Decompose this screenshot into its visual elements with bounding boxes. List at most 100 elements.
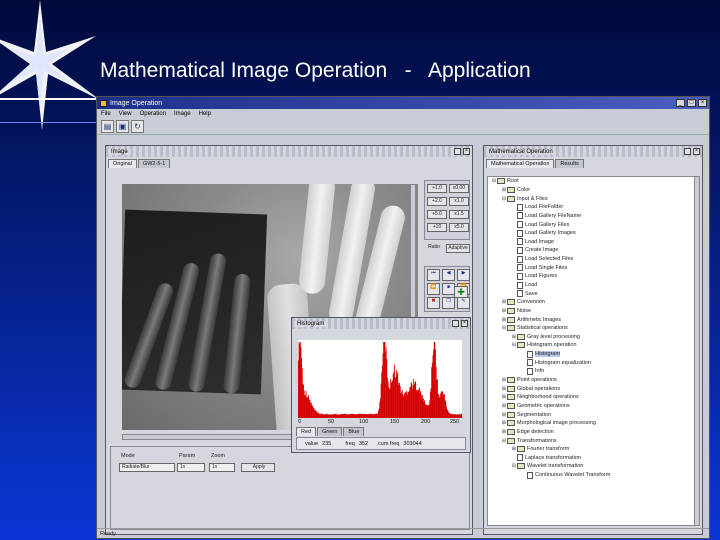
tree-item[interactable]: Load Figures — [488, 272, 694, 281]
folder-icon — [507, 186, 515, 193]
folder-icon — [497, 178, 505, 185]
first-frame-icon[interactable]: ⏮ — [427, 269, 440, 281]
param-select[interactable]: 1x — [177, 463, 205, 472]
operand-button[interactable]: x5.0 — [449, 223, 469, 232]
operand-button[interactable]: +1.0 — [427, 184, 447, 193]
tree-item[interactable]: Load Selected Files — [488, 255, 694, 264]
mode-select[interactable]: Radiate/Blur — [119, 463, 175, 472]
tree-item[interactable]: ⊞ Conversion — [488, 298, 694, 307]
operand-button[interactable]: x0.00 — [449, 184, 469, 193]
tree-item[interactable]: ⊞ Global operations — [488, 384, 694, 393]
tree-item-label: Transformations — [517, 437, 557, 444]
close-button[interactable]: × — [698, 99, 707, 107]
tree-item[interactable]: Load Gallery Images — [488, 229, 694, 238]
tree-item[interactable]: ⊟ Transformations — [488, 436, 694, 445]
tree-item[interactable]: Create Image — [488, 246, 694, 255]
x-tick-label: 100 — [359, 419, 369, 425]
step-back-icon[interactable]: ⏪ — [427, 283, 440, 295]
tree-item-label: Geometric operations — [517, 402, 570, 409]
tab-original[interactable]: Original — [108, 159, 137, 168]
title-side-line — [0, 122, 96, 123]
frame-close-button[interactable]: × — [463, 148, 470, 155]
previous-icon[interactable]: ◀ — [442, 269, 455, 281]
tree-item[interactable]: Load — [488, 281, 694, 290]
tree-vertical-scrollbar[interactable] — [694, 176, 700, 526]
document-icon — [517, 203, 523, 211]
tree-item-label: Global operations — [517, 385, 561, 392]
tree-item[interactable]: ⊞ Edge detection — [488, 428, 694, 437]
tab-red[interactable]: Red — [296, 427, 317, 436]
tree-item[interactable]: ⊞ Morphological image processing — [488, 419, 694, 428]
document-icon — [517, 272, 523, 280]
paste-icon[interactable]: ✎ — [457, 297, 470, 309]
save-icon[interactable]: ▣ — [116, 120, 129, 133]
refresh-icon[interactable]: ↻ — [131, 120, 144, 133]
menu-file[interactable]: File — [101, 111, 111, 117]
tree-item-label: Continuous Wavelet Transform — [535, 472, 611, 479]
tree-item[interactable]: ⊟ Root — [488, 177, 694, 186]
frame-close-button[interactable]: × — [461, 320, 468, 327]
tree-item[interactable]: Load Image — [488, 237, 694, 246]
operand-button[interactable]: x1.5 — [449, 210, 469, 219]
operand-button[interactable]: +10 — [427, 223, 447, 232]
operand-button[interactable]: x1.0 — [449, 197, 469, 206]
tree-item[interactable]: ⊞ Gray level processing — [488, 333, 694, 342]
tree-item[interactable]: Load FileFolder — [488, 203, 694, 212]
tab-blue[interactable]: Blue — [343, 427, 365, 436]
tree-item[interactable]: Info — [488, 367, 694, 376]
minimize-button[interactable]: _ — [676, 99, 685, 107]
tab-results[interactable]: Results — [555, 159, 584, 168]
maximize-button[interactable]: □ — [687, 99, 696, 107]
tree-item[interactable]: ⊞ Point operations — [488, 376, 694, 385]
freq-display: 352 — [358, 440, 369, 447]
tree-item[interactable]: ⊞ Fourier transform — [488, 445, 694, 454]
tree-item[interactable]: ⊟ Wavelet transformation — [488, 462, 694, 471]
tree-item[interactable]: ⊞ Segmentation — [488, 410, 694, 419]
frame-minimize-button[interactable] — [452, 320, 459, 327]
tree-item-label: Load Image — [525, 238, 555, 245]
frame-minimize-button[interactable] — [454, 148, 461, 155]
tree-item[interactable]: Save — [488, 289, 694, 298]
tree-item[interactable]: Load Single Files — [488, 263, 694, 272]
ratio-select[interactable]: Adaptive — [446, 244, 470, 253]
copy-icon[interactable]: ❐ — [442, 297, 455, 309]
image-tabs: Original GW2-5-1 — [106, 157, 472, 168]
tree-item[interactable]: ⊟ Statistical operations — [488, 324, 694, 333]
frame-close-button[interactable]: × — [693, 148, 700, 155]
tree-item-label: Load Single Files — [525, 264, 568, 271]
apply-button[interactable]: Apply — [241, 463, 275, 472]
tree-item[interactable]: ⊟ Histogram operation — [488, 341, 694, 350]
tree-item[interactable]: ⊞ Neighborhood operations — [488, 393, 694, 402]
tree-item[interactable]: Continuous Wavelet Transform — [488, 471, 694, 480]
tab-mathematical-operation[interactable]: Mathematical Operation — [486, 159, 555, 168]
operand-button[interactable]: +5.0 — [427, 210, 447, 219]
delete-icon[interactable]: ✖ — [427, 297, 440, 309]
open-icon[interactable]: ▤ — [101, 120, 114, 133]
next-icon[interactable]: ▶ — [457, 269, 470, 281]
tree-item[interactable]: Laplace transformation — [488, 454, 694, 463]
x-tick-label: 200 — [421, 419, 431, 425]
tree-item[interactable]: Histogram — [488, 350, 694, 359]
zoom-select[interactable]: 1x — [209, 463, 235, 472]
menu-view[interactable]: View — [119, 111, 132, 117]
tree-item[interactable]: Histogram equalization — [488, 358, 694, 367]
tree-item[interactable]: Load Gallery FileName — [488, 212, 694, 221]
tree-item[interactable]: ⊞ Color — [488, 186, 694, 195]
menu-operation[interactable]: Operation — [140, 111, 166, 117]
menu-image[interactable]: Image — [174, 111, 191, 117]
tree-item[interactable]: ⊟ Input & Files — [488, 194, 694, 203]
add-icon[interactable]: ✚ — [454, 286, 468, 298]
menu-help[interactable]: Help — [199, 111, 211, 117]
folder-icon — [507, 316, 515, 323]
tab-green[interactable]: Green — [317, 427, 343, 436]
frame-minimize-button[interactable] — [684, 148, 691, 155]
tree-item[interactable]: ⊞ Geometric operations — [488, 402, 694, 411]
operand-button[interactable]: +2.0 — [427, 197, 447, 206]
tab-processed[interactable]: GW2-5-1 — [137, 159, 171, 168]
tree-item-label: Load Figures — [525, 273, 558, 280]
operations-frame-titlebar: Mathematical Operation × — [484, 146, 702, 157]
tree-item[interactable]: Load Gallery Files — [488, 220, 694, 229]
tree-item[interactable]: ⊞ Arithmetic Images — [488, 315, 694, 324]
tree-item[interactable]: ⊞ Noise — [488, 307, 694, 316]
histogram-chart — [298, 340, 462, 418]
